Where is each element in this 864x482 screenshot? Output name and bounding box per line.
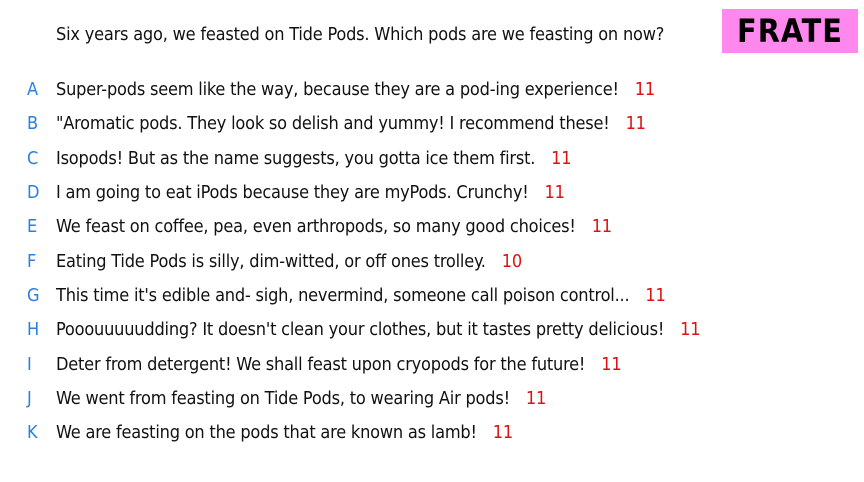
answer-row-k: K We are feasting on the pods that are k… [0, 416, 864, 450]
answer-row-d: D I am going to eat iPods because they a… [0, 176, 864, 210]
answer-score: 11 [601, 353, 622, 375]
answer-row-c: C Isopods! But as the name suggests, you… [0, 142, 864, 176]
answer-score: 11 [492, 422, 513, 444]
answer-text: Super-pods seem like the way, because th… [56, 77, 655, 103]
answer-body: Super-pods seem like the way, because th… [56, 79, 619, 101]
answer-letter: F [27, 250, 37, 272]
answer-row-g: G This time it's edible and- sigh, never… [0, 279, 864, 313]
answer-body: Isopods! But as the name suggests, you g… [56, 147, 536, 169]
answer-text: We went from feasting on Tide Pods, to w… [56, 386, 546, 412]
answer-letter: K [27, 422, 38, 444]
answer-score: 11 [551, 147, 572, 169]
badge-label: FRATE [737, 12, 843, 50]
answer-body: Pooouuuuudding? It doesn't clean your cl… [56, 319, 665, 341]
answer-body: We are feasting on the pods that are kno… [56, 422, 477, 444]
answer-score: 11 [525, 387, 547, 409]
answer-body: I am going to eat iPods because they are… [56, 182, 529, 204]
answer-row-h: H Pooouuuuudding? It doesn't clean your … [0, 313, 864, 347]
answer-row-i: I Deter from detergent! We shall feast u… [0, 347, 864, 381]
answer-score: 11 [634, 79, 655, 101]
answer-letter: G [27, 284, 40, 306]
answer-text: "Aromatic pods. They look so delish and … [56, 111, 646, 137]
answer-score: 11 [645, 284, 666, 306]
answer-body: This time it's edible and- sigh, nevermi… [56, 284, 630, 306]
answer-letter: H [27, 319, 40, 341]
answer-score: 10 [501, 250, 522, 272]
answer-letter: D [27, 182, 40, 204]
answer-row-b: B "Aromatic pods. They look so delish an… [0, 107, 864, 141]
answer-letter: B [27, 113, 39, 135]
answer-score: 11 [625, 113, 646, 135]
answer-list: A Super-pods seem like the way, because … [0, 73, 864, 450]
frate-badge: FRATE [722, 9, 858, 53]
answer-body: Deter from detergent! We shall feast upo… [56, 353, 586, 375]
answer-text: Pooouuuuudding? It doesn't clean your cl… [56, 317, 701, 343]
answer-text: I am going to eat iPods because they are… [56, 180, 565, 206]
answer-letter: C [27, 147, 39, 169]
answer-text: Eating Tide Pods is silly, dim-witted, o… [56, 249, 522, 275]
answer-letter: E [27, 216, 38, 238]
answer-body: We went from feasting on Tide Pods, to w… [56, 387, 510, 409]
answer-letter: I [27, 353, 32, 375]
answer-score: 11 [591, 216, 612, 238]
answer-row-e: E We feast on coffee, pea, even arthropo… [0, 210, 864, 244]
answer-letter: A [27, 79, 39, 101]
answer-row-f: F Eating Tide Pods is silly, dim-witted,… [0, 244, 864, 278]
answer-body: We feast on coffee, pea, even arthropods… [56, 216, 576, 238]
answer-row-a: A Super-pods seem like the way, because … [0, 73, 864, 107]
answer-letter: J [27, 387, 32, 409]
prompt-question: Six years ago, we feasted on Tide Pods. … [56, 24, 665, 45]
answer-score: 11 [680, 319, 701, 341]
answer-row-j: J We went from feasting on Tide Pods, to… [0, 382, 864, 416]
answer-text: This time it's edible and- sigh, nevermi… [56, 283, 666, 309]
answer-text: Deter from detergent! We shall feast upo… [56, 352, 622, 378]
answer-score: 11 [544, 182, 565, 204]
answer-text: Isopods! But as the name suggests, you g… [56, 146, 572, 172]
answer-body: Eating Tide Pods is silly, dim-witted, o… [56, 250, 486, 272]
answer-body: "Aromatic pods. They look so delish and … [56, 113, 610, 135]
answer-text: We feast on coffee, pea, even arthropods… [56, 214, 612, 240]
answer-text: We are feasting on the pods that are kno… [56, 420, 513, 446]
